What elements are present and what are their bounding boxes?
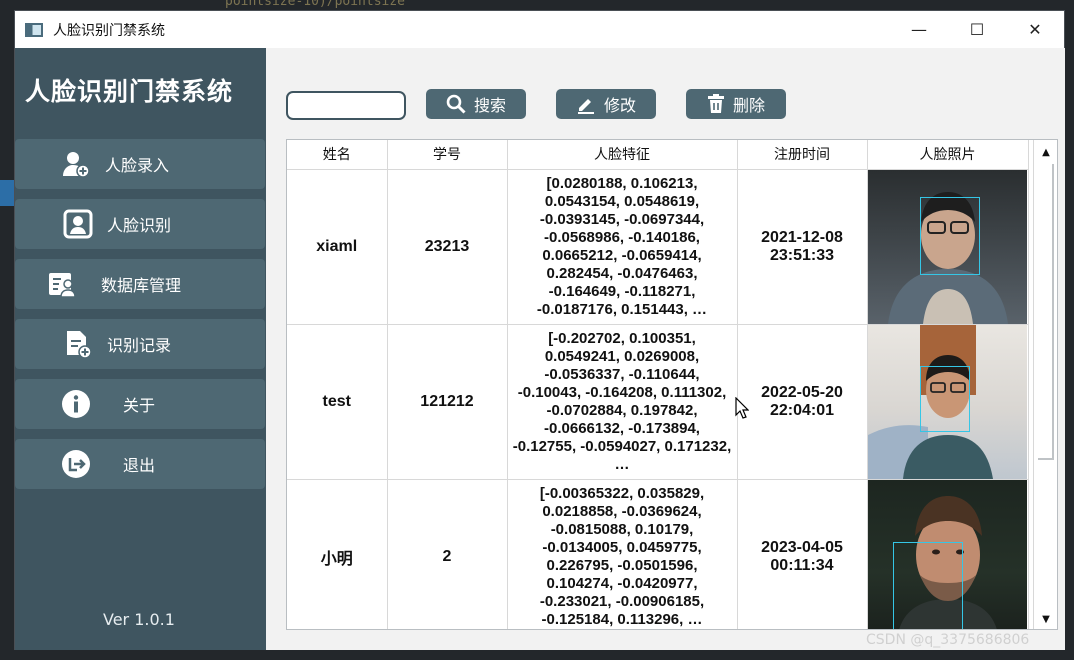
cell-photo[interactable] [867,479,1029,629]
mouse-cursor-icon [735,397,749,419]
version-label: Ver 1.0.1 [103,610,175,629]
trash-icon [707,94,725,114]
cell-feature[interactable]: [0.0280188, 0.106213, 0.0543154, 0.05486… [507,169,738,325]
scroll-thumb[interactable] [1038,164,1054,460]
cell-date: 2022-05-20 [761,383,843,401]
sidebar-item-exit[interactable]: 退出 [15,439,265,489]
sidebar-item-label: 识别记录 [107,336,172,355]
cell-photo[interactable] [867,324,1029,480]
vertical-scrollbar[interactable]: ▲ ▼ [1033,140,1057,629]
minimize-button[interactable]: — [890,11,948,48]
cell-name[interactable]: test [287,324,388,480]
sidebar-item-database[interactable]: 数据库管理 [15,259,265,309]
maximize-icon: ☐ [969,20,985,39]
column-header-id[interactable]: 学号 [387,140,508,170]
cell-name[interactable]: 小明 [287,479,388,629]
table-header-row: 姓名 学号 人脸特征 注册时间 人脸照片 [287,140,1029,170]
delete-button[interactable]: 删除 [686,89,786,119]
sidebar-title: 人脸识别门禁系统 [25,77,234,106]
cell-photo[interactable] [867,169,1029,325]
cell-name[interactable]: xiaml [287,169,388,325]
title-bar[interactable]: 人脸识别门禁系统 — ☐ ✕ [15,11,1064,48]
sidebar-item-label: 退出 [123,456,156,475]
sidebar-item-about[interactable]: 关于 [15,379,265,429]
window-title: 人脸识别门禁系统 [53,22,165,39]
face-detection-box [919,365,970,432]
table-row[interactable]: 小明 2 [-0.00365322, 0.035829, 0.0218858, … [287,479,1029,629]
sidebar-item-label: 数据库管理 [101,276,182,295]
face-photo [867,169,1027,324]
edit-button-label: 修改 [603,98,636,115]
sidebar-item-face-enroll[interactable]: 人脸录入 [15,139,265,189]
logout-icon [61,449,91,479]
sidebar-item-label: 人脸识别 [107,216,172,235]
search-icon [446,94,466,114]
cell-time[interactable]: 2021-12-08 23:51:33 [737,169,868,325]
background-code: pointsize-10)/pointsize [225,0,406,9]
sidebar-item-records[interactable]: 识别记录 [15,319,265,369]
background-gutter-mark [0,180,14,206]
cell-id[interactable]: 23213 [387,169,508,325]
window-controls: — ☐ ✕ [890,11,1064,48]
app-icon [25,22,43,37]
cell-id[interactable]: 121212 [387,324,508,480]
cell-feature[interactable]: [-0.00365322, 0.035829, 0.0218858, -0.03… [507,479,738,629]
search-button-label: 搜索 [473,98,506,115]
face-detection-box [919,196,980,275]
database-user-icon [47,269,77,299]
minimize-icon: — [911,20,927,39]
records-table: 姓名 学号 人脸特征 注册时间 人脸照片 xiaml 23213 [0.0280… [286,139,1058,630]
search-button[interactable]: 搜索 [426,89,526,119]
cell-id[interactable]: 2 [387,479,508,629]
table-row[interactable]: test 121212 [-0.202702, 0.100351, 0.0549… [287,324,1029,480]
face-photo [867,324,1027,479]
sidebar-item-label: 人脸录入 [105,156,170,175]
cell-date: 2023-04-05 [761,538,843,556]
watermark: CSDN @q_3375686806 [866,632,1030,648]
sidebar: 人脸识别门禁系统 人脸录入 人脸识别 数据库管理 识别记录 关于 退出 Ver … [15,48,266,650]
cell-time[interactable]: 2022-05-20 22:04:01 [737,324,868,480]
sidebar-item-label: 关于 [123,396,156,415]
scroll-up-arrow-icon[interactable]: ▲ [1034,142,1057,162]
cell-clock: 23:51:33 [769,246,835,264]
face-photo [867,479,1027,629]
scroll-down-arrow-icon[interactable]: ▼ [1034,609,1057,629]
column-header-feature[interactable]: 人脸特征 [507,140,738,170]
cell-clock: 22:04:01 [769,401,835,419]
app-window: 人脸识别门禁系统 — ☐ ✕ 人脸识别门禁系统 人脸录入 人脸识别 数据库管理 [14,10,1065,650]
face-scan-icon [63,209,93,239]
info-icon [61,389,91,419]
search-input[interactable] [286,91,406,120]
cell-time[interactable]: 2023-04-05 00:11:34 [737,479,868,629]
edit-button[interactable]: 修改 [556,89,656,119]
table-row[interactable]: xiaml 23213 [0.0280188, 0.106213, 0.0543… [287,169,1029,325]
maximize-button[interactable]: ☐ [948,11,1006,48]
close-button[interactable]: ✕ [1006,11,1064,48]
user-add-icon [61,149,91,179]
column-header-photo[interactable]: 人脸照片 [867,140,1029,170]
close-icon: ✕ [1028,20,1042,39]
delete-button-label: 删除 [732,98,765,115]
sidebar-item-face-recognize[interactable]: 人脸识别 [15,199,265,249]
column-header-time[interactable]: 注册时间 [737,140,868,170]
main-content: 搜索 修改 删除 姓名 学号 人脸特征 注册时间 人脸照片 xiaml 2321… [266,48,1065,650]
cell-date: 2021-12-08 [761,228,843,246]
column-header-name[interactable]: 姓名 [287,140,388,170]
face-detection-box [892,541,963,629]
cell-feature[interactable]: [-0.202702, 0.100351, 0.0549241, 0.02690… [507,324,738,480]
document-add-icon [63,329,93,359]
cell-clock: 00:11:34 [770,556,834,574]
edit-icon [576,94,596,114]
